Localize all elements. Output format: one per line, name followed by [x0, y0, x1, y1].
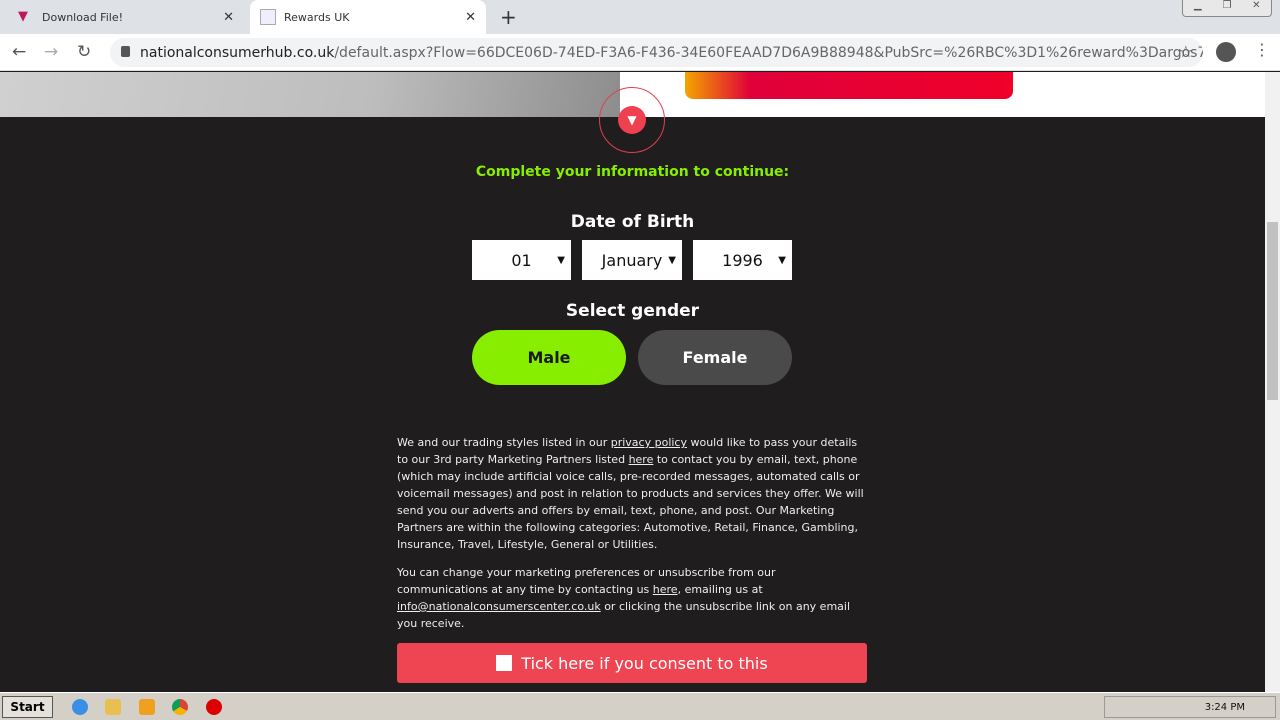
unsubscribe-info: You can change your marketing preference…	[397, 564, 867, 632]
forward-icon[interactable]: →	[44, 42, 58, 62]
text: We and our trading styles listed in our	[397, 436, 611, 449]
bookmark-star-icon[interactable]: ☆	[1179, 42, 1193, 61]
download-file-favicon: ▼	[18, 9, 28, 24]
dob-year-select[interactable]: 1996 ▼	[693, 240, 792, 280]
text: to contact you by email, text, phone (wh…	[397, 453, 864, 551]
chevron-down-icon: ▼	[668, 254, 676, 266]
promo-banner	[685, 72, 1013, 99]
start-button[interactable]: Start	[2, 696, 53, 718]
close-window-icon[interactable]: ✕	[1242, 0, 1271, 16]
tab-title: Rewards UK	[284, 10, 350, 24]
clock: 3:24 PM	[1204, 701, 1245, 713]
male-button[interactable]: Male	[472, 330, 626, 385]
tab-title: Download File!	[42, 10, 123, 24]
back-icon[interactable]: ←	[12, 42, 26, 62]
reload-icon[interactable]: ↻	[77, 42, 91, 62]
marketing-disclosure: We and our trading styles listed in our …	[397, 434, 867, 553]
privacy-policy-link[interactable]: privacy policy	[611, 436, 687, 449]
consent-label: Tick here if you consent to this	[521, 653, 768, 673]
chevron-down-icon: ▼	[778, 254, 786, 266]
partners-here-link[interactable]: here	[629, 453, 654, 466]
form-lead: Complete your information to continue:	[475, 164, 790, 180]
dob-label: Date of Birth	[570, 212, 695, 232]
profile-icon[interactable]	[1216, 42, 1236, 62]
close-tab-icon[interactable]: ✕	[465, 10, 476, 25]
scrollbar-thumb[interactable]	[1267, 222, 1278, 400]
dob-month-select[interactable]: January ▼	[582, 240, 682, 280]
hero-photo	[0, 72, 620, 117]
media-player-icon[interactable]	[139, 699, 155, 715]
email-link[interactable]: info@nationalconsumerscenter.co.uk	[397, 600, 601, 613]
menu-icon[interactable]: ⋮	[1254, 40, 1270, 59]
scroll-down-indicator: ▼	[599, 87, 665, 153]
year-value: 1996	[722, 250, 763, 270]
chrome-icon[interactable]	[172, 699, 188, 715]
internet-explorer-icon[interactable]	[72, 699, 88, 715]
minimize-icon[interactable]: ▁	[1183, 0, 1212, 16]
file-explorer-icon[interactable]	[105, 699, 121, 715]
window-controls: ▁ ❐ ✕	[1182, 0, 1272, 17]
female-button[interactable]: Female	[638, 330, 792, 385]
contact-here-link[interactable]: here	[653, 583, 678, 596]
opera-icon[interactable]	[206, 699, 222, 715]
close-tab-icon[interactable]: ✕	[223, 10, 234, 25]
chevron-down-icon: ▼	[557, 254, 565, 266]
arrow-down-icon: ▼	[618, 106, 646, 134]
text: , emailing us at	[677, 583, 763, 596]
address-bar[interactable]: nationalconsumerhub.co.uk/default.aspx?F…	[110, 38, 1203, 67]
consent-button[interactable]: Tick here if you consent to this	[397, 643, 867, 683]
restore-icon[interactable]: ❐	[1212, 0, 1241, 16]
taskbar: Start 3:24 PM	[0, 692, 1280, 720]
month-value: January	[601, 250, 663, 270]
page-favicon	[260, 9, 276, 25]
anyrun-watermark: ANY RUN	[1040, 684, 1247, 692]
lock-icon	[121, 46, 130, 57]
tab-download-file[interactable]: ▼ Download File! ✕	[8, 0, 244, 34]
url-host: nationalconsumerhub.co.uk	[140, 44, 335, 61]
dob-day-select[interactable]: 01 ▼	[472, 240, 571, 280]
start-label: Start	[10, 700, 45, 714]
consent-checkbox[interactable]	[496, 655, 513, 671]
page-content: ▼ Complete your information to continue:…	[0, 72, 1265, 692]
browser-toolbar: ← → ↻ nationalconsumerhub.co.uk/default.…	[0, 34, 1280, 71]
url-path: /default.aspx?Flow=66DCE06D-74ED-F3A6-F4…	[334, 44, 1203, 61]
system-tray: 3:24 PM	[1104, 696, 1276, 718]
gender-label: Select gender	[565, 301, 700, 321]
tab-bar: ▼ Download File! ✕ Rewards UK ✕ + ▁ ❐ ✕	[0, 0, 1280, 34]
tab-rewards-uk[interactable]: Rewards UK ✕	[250, 0, 486, 34]
new-tab-button[interactable]: +	[500, 5, 517, 29]
day-value: 01	[511, 250, 532, 270]
page-scrollbar[interactable]	[1265, 72, 1280, 692]
